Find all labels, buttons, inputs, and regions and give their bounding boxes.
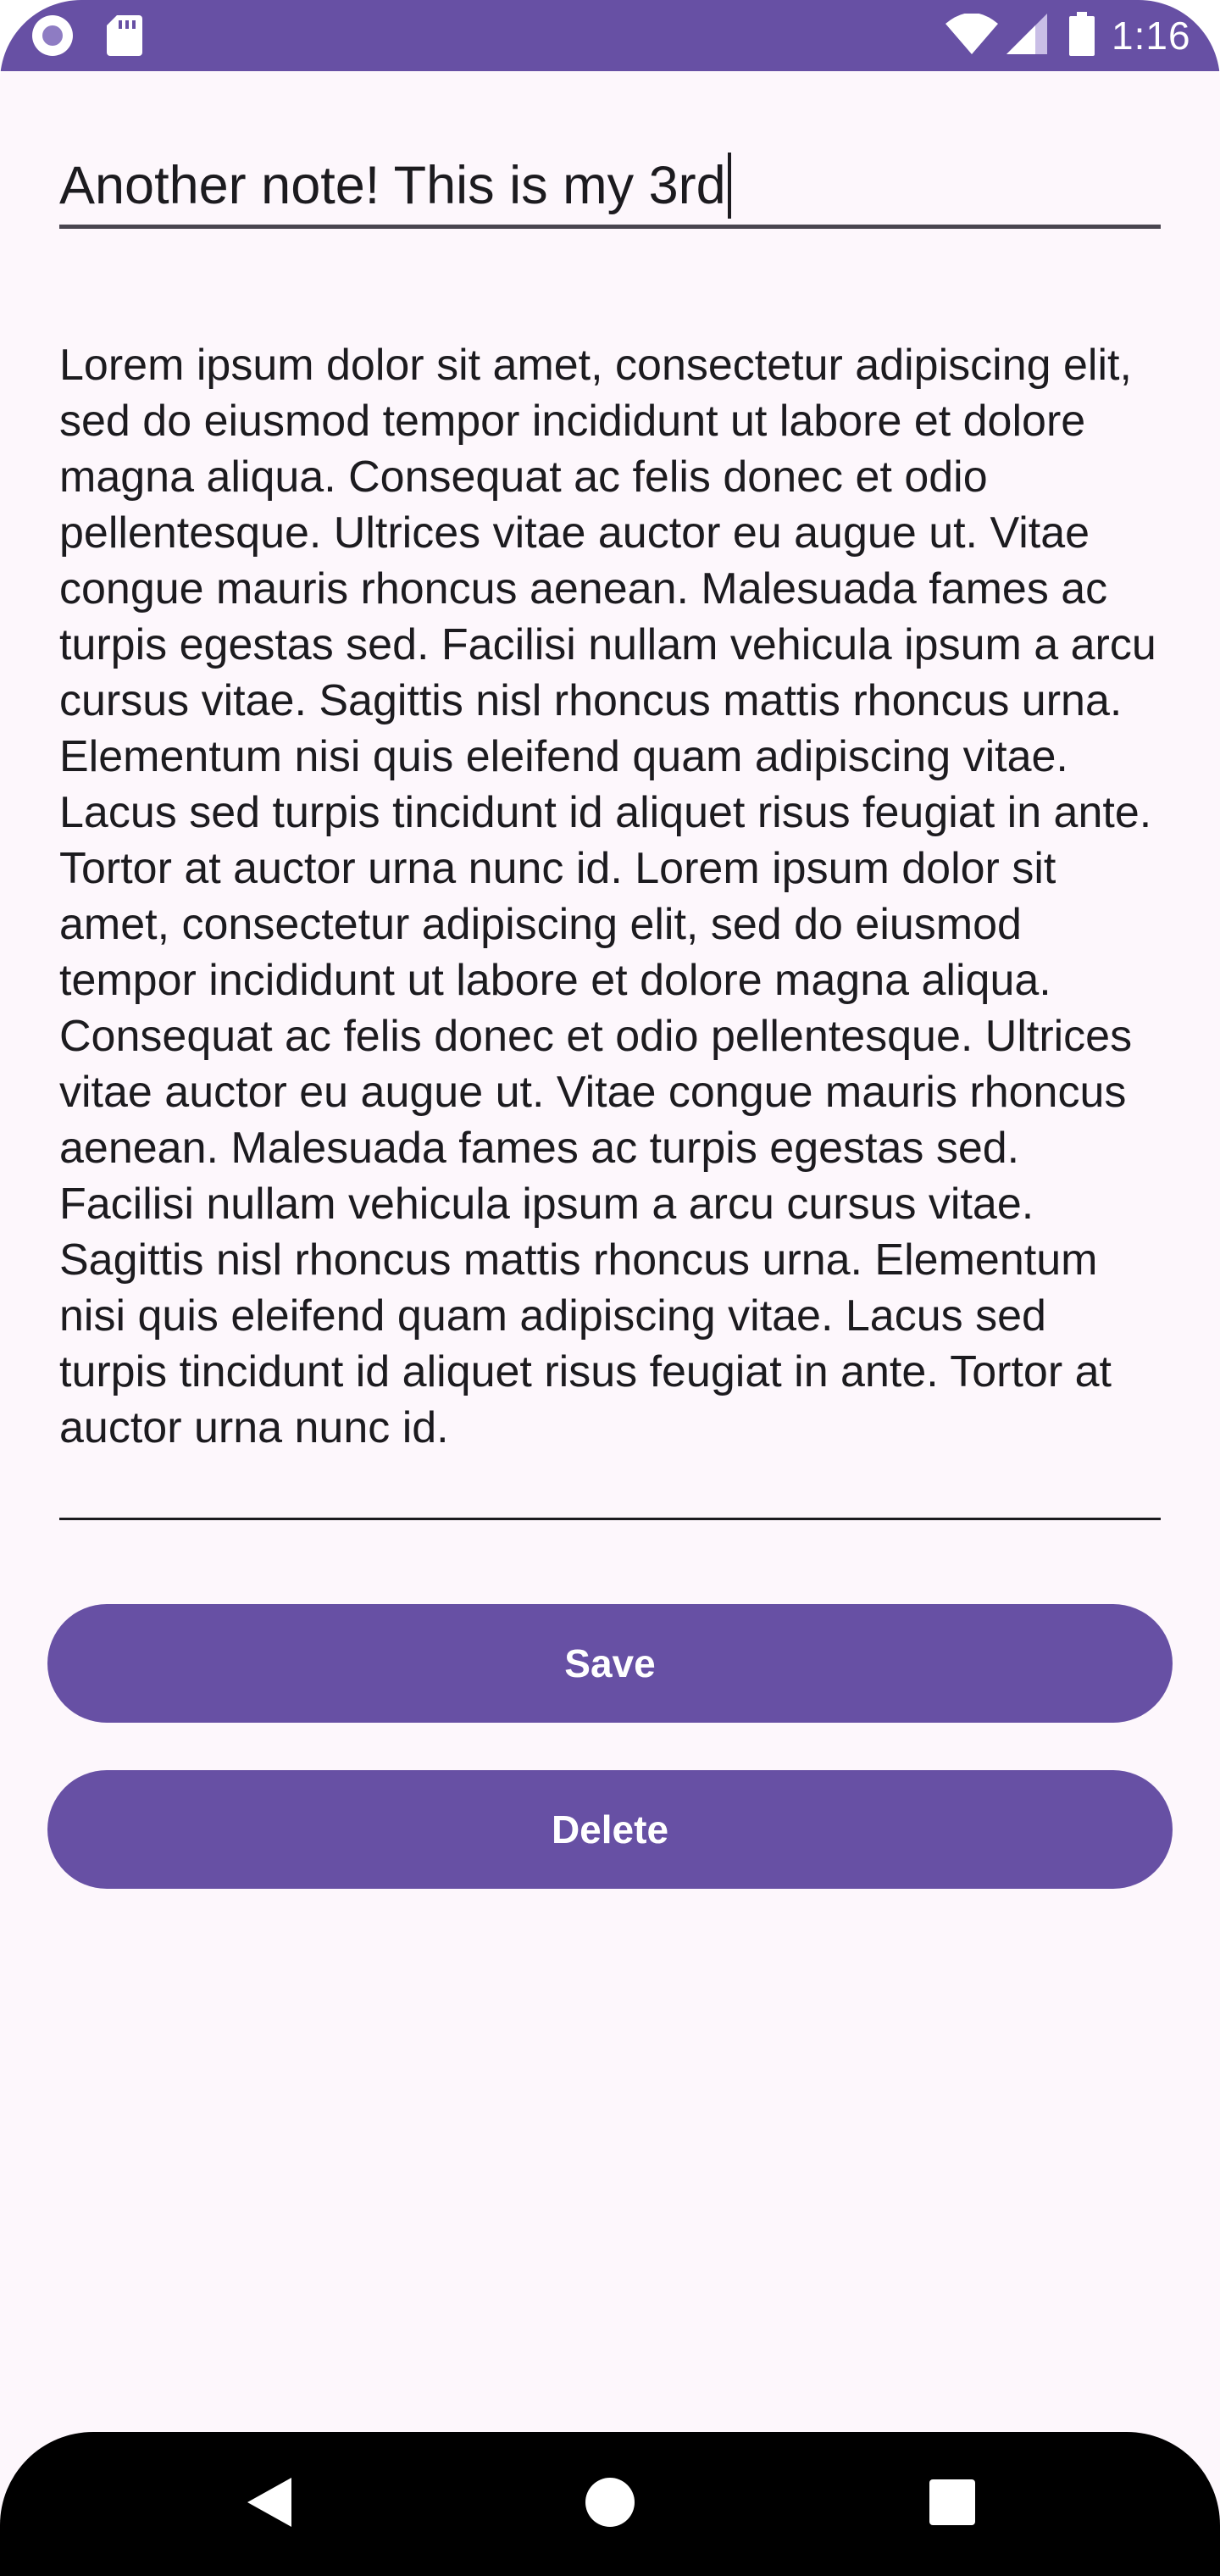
recents-icon (929, 2479, 975, 2529)
sd-card-icon (107, 15, 142, 56)
app-screen: 1:16 Another note! This is my 3rd Lorem … (0, 0, 1220, 2576)
note-title-text: Another note! This is my 3rd (59, 156, 726, 215)
note-body-text: Lorem ipsum dolor sit amet, consectetur … (59, 341, 1156, 1452)
back-icon (247, 2477, 291, 2531)
navigation-bar (0, 2432, 1220, 2576)
status-right-group: 1:16 (946, 0, 1220, 71)
wifi-icon (946, 12, 998, 58)
recents-button[interactable] (884, 2432, 1020, 2576)
note-title-input[interactable]: Another note! This is my 3rd (59, 144, 1161, 229)
record-indicator-icon (32, 15, 73, 56)
save-button[interactable]: Save (47, 1604, 1173, 1723)
note-body-input[interactable]: Lorem ipsum dolor sit amet, consectetur … (59, 337, 1161, 1520)
status-time: 1:16 (1112, 14, 1191, 58)
signal-icon (1006, 13, 1047, 58)
battery-icon (1069, 11, 1095, 60)
text-cursor (727, 153, 731, 219)
home-button[interactable] (542, 2432, 678, 2576)
home-icon (585, 2477, 635, 2532)
back-button[interactable] (202, 2432, 337, 2576)
status-bar: 1:16 (0, 0, 1220, 71)
note-title-container: Another note! This is my 3rd (59, 153, 731, 219)
delete-button[interactable]: Delete (47, 1770, 1173, 1889)
